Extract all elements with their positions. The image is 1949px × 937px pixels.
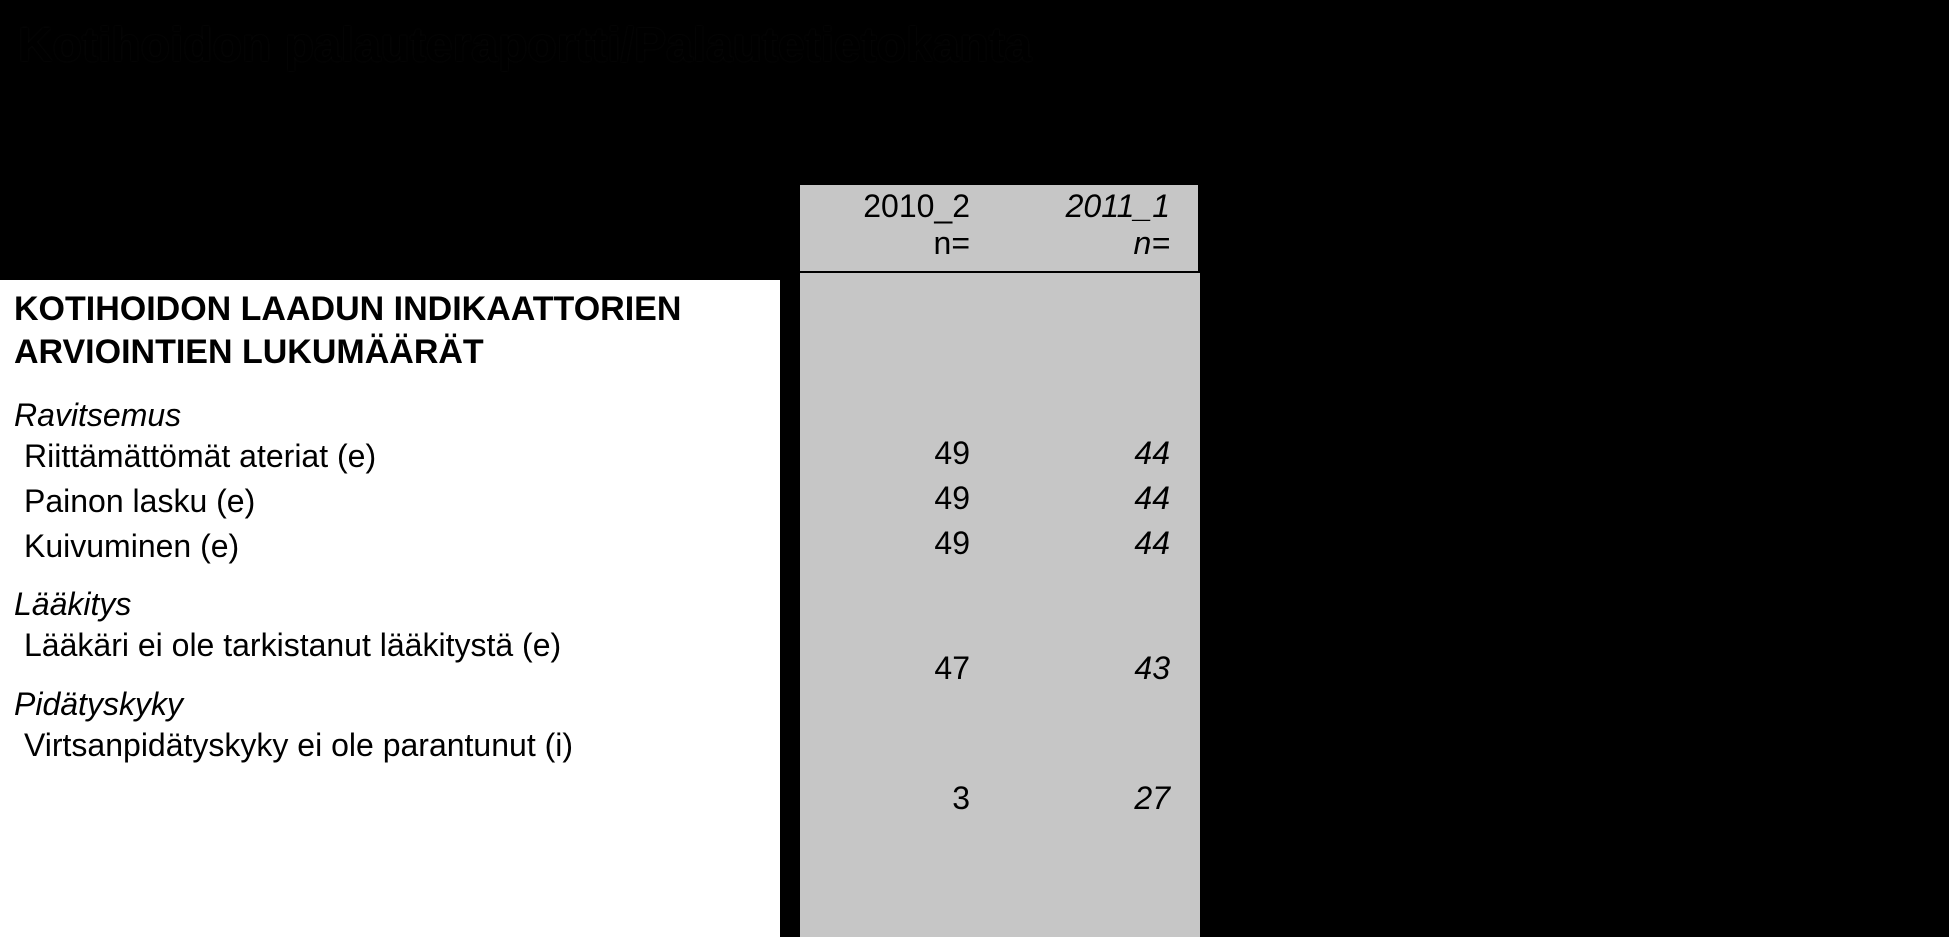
cell: 146 (1300, 650, 1500, 687)
cell: 128 (1640, 525, 1840, 562)
report-page: Kotihoidon palauteraportti/Palautetietok… (0, 0, 1949, 937)
col-2010-2-unit: 2010_2 n= (800, 188, 1000, 262)
row-label: Riittämättömät ateriat (e) (14, 434, 766, 479)
group-medication: Lääkitys (14, 586, 766, 623)
column-group-region: Aluekeskiarvo 1 kk (max 6) (1250, 100, 1850, 174)
table-row: 49 44 148 128 (800, 480, 1949, 525)
cell: 47 (1300, 780, 1500, 817)
cell: 148 (1300, 435, 1500, 472)
table-row: 49 44 148 128 (800, 525, 1949, 570)
col-period: 2011_1 (1640, 188, 1810, 225)
cell: 128 (1640, 480, 1840, 517)
cell: 128 (1640, 435, 1840, 472)
row-label: Virtsanpidätyskyky ei ole parantunut (i) (14, 723, 766, 768)
col-neq: n= (1300, 225, 1470, 262)
column-group-region-l1: Aluekeskiarvo (1250, 100, 1850, 137)
page-title: Kotihoidon palauteraportti/Palautetietok… (18, 18, 1031, 73)
table-row: 3 27 47 108 (800, 780, 1949, 825)
cell: 126 (1640, 650, 1840, 687)
cell: 49 (800, 480, 1000, 517)
cell: 148 (1300, 525, 1500, 562)
col-2011-1-region: 2011_1 n= (1640, 188, 1840, 262)
group-continence: Pidätyskyky (14, 686, 766, 723)
col-2011-1-unit: 2011_1 n= (1000, 188, 1200, 262)
col-period: 2010_2 (1300, 188, 1470, 225)
column-group-unit-l1: Yksikkö (800, 100, 1200, 137)
section-title-l1: KOTIHOIDON LAADUN INDIKAATTORIEN (14, 290, 681, 328)
cell: 49 (800, 435, 1000, 472)
data-area: 49 44 148 128 49 44 148 128 49 44 148 12… (800, 280, 1949, 937)
meta-region-code: Aluekoodi: 456 (18, 100, 246, 137)
cell: 3 (800, 780, 1000, 817)
column-group-region-l2: 1 kk (max 6) (1250, 137, 1850, 174)
meta-municipality-code: Kuntakoodi: 1234 (18, 140, 285, 177)
section-title: KOTIHOIDON LAADUN INDIKAATTORIEN ARVIOIN… (14, 288, 766, 373)
col-2010-2-region: 2010_2 n= (1300, 188, 1500, 262)
table-row: 49 44 148 128 (800, 435, 1949, 480)
cell: 43 (1000, 650, 1200, 687)
col-period: 2010_2 (800, 188, 970, 225)
row-label: Lääkäri ei ole tarkistanut lääkitystä (e… (14, 623, 766, 668)
col-neq: n= (800, 225, 970, 262)
column-group-unit: Yksikkö 1 kk (800, 100, 1200, 174)
row-label: Kuivuminen (e) (14, 524, 766, 569)
col-neq: n= (1640, 225, 1810, 262)
cell: 148 (1300, 480, 1500, 517)
cell: 27 (1000, 780, 1200, 817)
col-period: 2011_1 (1000, 188, 1170, 225)
cell: 44 (1000, 480, 1200, 517)
indicator-label-panel: KOTIHOIDON LAADUN INDIKAATTORIEN ARVIOIN… (0, 280, 780, 937)
row-label: Painon lasku (e) (14, 479, 766, 524)
cell: 47 (800, 650, 1000, 687)
cell: 49 (800, 525, 1000, 562)
section-title-l2: ARVIOINTIEN LUKUMÄÄRÄT (14, 333, 484, 371)
cell: 108 (1640, 780, 1840, 817)
col-neq: n= (1000, 225, 1170, 262)
group-nutrition: Ravitsemus (14, 397, 766, 434)
cell: 44 (1000, 435, 1200, 472)
table-row: 47 43 146 126 (800, 650, 1949, 695)
cell: 44 (1000, 525, 1200, 562)
n-label: n=arviointien lkm (400, 215, 780, 252)
column-group-unit-l2: 1 kk (800, 137, 1200, 174)
